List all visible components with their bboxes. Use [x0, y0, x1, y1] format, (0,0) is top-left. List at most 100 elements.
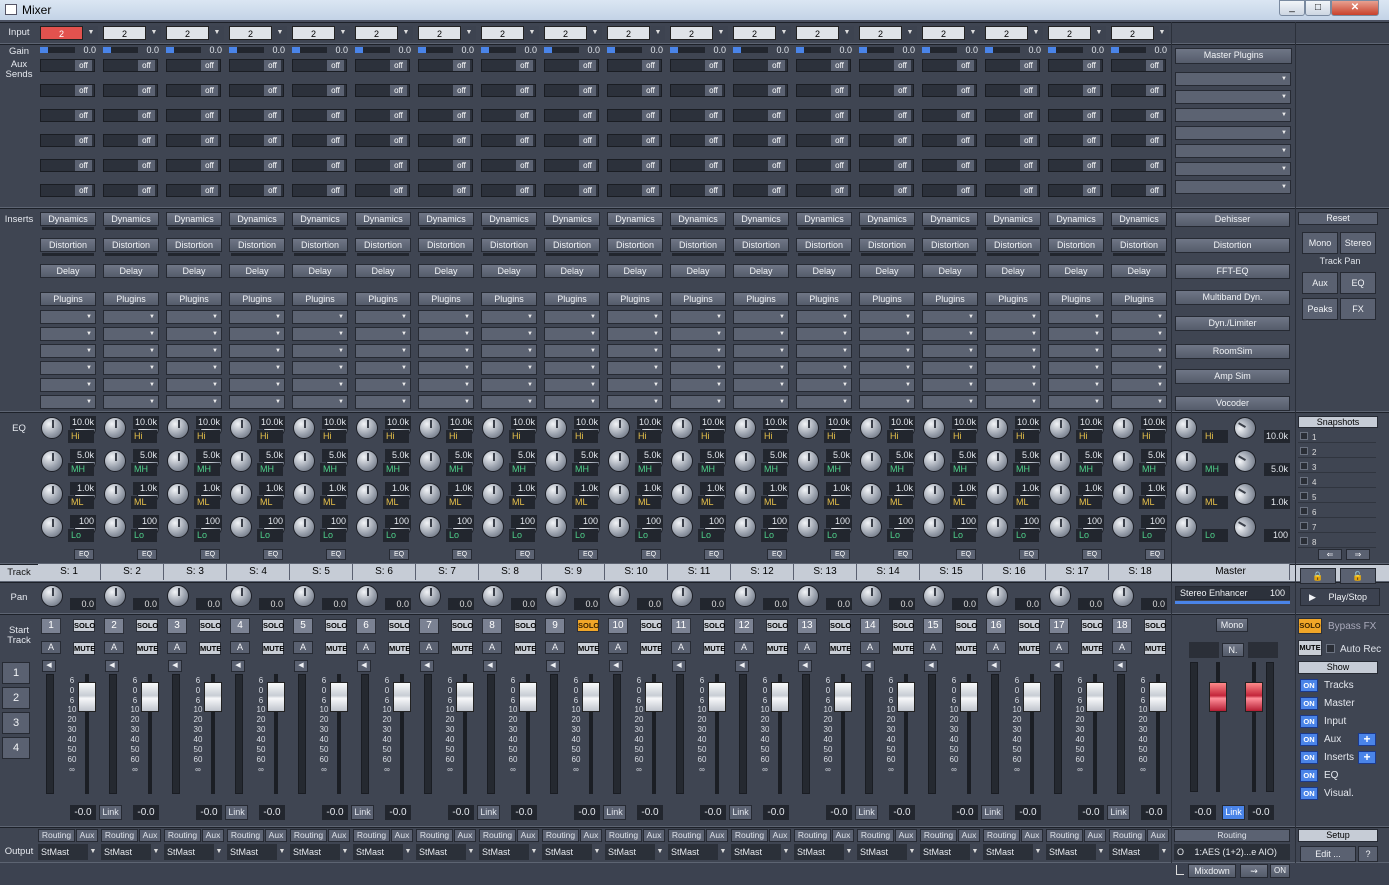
gain-bar[interactable] [859, 47, 894, 53]
insert-slot-6[interactable]: ▼ [544, 395, 600, 409]
aux-send-6[interactable]: off [985, 184, 1040, 197]
insert-distortion-button[interactable]: Distortion [544, 238, 600, 252]
insert-slot-1[interactable]: ▼ [1111, 310, 1167, 324]
start-track-button-4[interactable]: 4 [2, 737, 30, 759]
eq-gain-knob[interactable] [356, 516, 378, 538]
insert-slot-3[interactable]: ▼ [859, 344, 915, 358]
master-insert-4[interactable]: Multiband Dyn. [1175, 290, 1290, 305]
pan-knob[interactable] [734, 585, 756, 607]
pan-knob[interactable] [797, 585, 819, 607]
output-select[interactable]: StMast [101, 844, 151, 860]
insert-distortion-button[interactable]: Distortion [922, 238, 978, 252]
eq-gain-knob[interactable] [797, 450, 819, 472]
meter-left-arrow-icon[interactable]: ◀ [42, 660, 56, 672]
aux-send-6[interactable]: off [418, 184, 473, 197]
gain-bar[interactable] [481, 47, 516, 53]
aux-send-5[interactable]: off [229, 159, 284, 172]
output-select[interactable]: StMast [479, 844, 529, 860]
volume-fader[interactable] [960, 682, 978, 712]
aux-send-2[interactable]: off [1111, 84, 1166, 97]
input-dropdown-arrow[interactable]: ▼ [462, 26, 476, 40]
aux-send-3[interactable]: off [544, 109, 599, 122]
master-insert-7[interactable]: Amp Sim [1175, 369, 1290, 384]
meter-left-arrow-icon[interactable]: ◀ [861, 660, 875, 672]
input-select[interactable]: 2 [985, 26, 1028, 40]
snapshot-slot-6[interactable]: 6 [1298, 504, 1376, 518]
pan-knob[interactable] [356, 585, 378, 607]
aux-view-button[interactable]: Aux [1302, 272, 1338, 294]
aux-send-6[interactable]: off [922, 184, 977, 197]
volume-fader[interactable] [519, 682, 537, 712]
eq-gain-knob[interactable] [671, 516, 693, 538]
input-select[interactable]: 2 [733, 26, 776, 40]
link-button[interactable]: Link [855, 805, 878, 820]
meter-left-arrow-icon[interactable]: ◀ [672, 660, 686, 672]
meter-left-arrow-icon[interactable]: ◀ [1050, 660, 1064, 672]
master-send-slot-7[interactable]: ▼ [1175, 180, 1291, 194]
input-select[interactable]: 2 [1111, 26, 1154, 40]
master-plugins-button[interactable]: Master Plugins [1175, 48, 1292, 64]
routing-button[interactable]: Routing [290, 829, 327, 842]
aux-send-1[interactable]: off [166, 59, 221, 72]
insert-slot-4[interactable]: ▼ [985, 361, 1041, 375]
link-button[interactable]: Link [981, 805, 1004, 820]
insert-plugins-button[interactable]: Plugins [1111, 292, 1167, 306]
eq-button[interactable]: EQ [74, 549, 94, 560]
show-visual-toggle[interactable]: ON [1300, 787, 1318, 800]
master-send-slot-4[interactable]: ▼ [1175, 126, 1291, 140]
insert-slot-2[interactable]: ▼ [481, 327, 537, 341]
eq-button[interactable]: EQ [578, 549, 598, 560]
volume-fader[interactable] [456, 682, 474, 712]
insert-delay-button[interactable]: Delay [292, 264, 348, 278]
volume-fader[interactable] [645, 682, 663, 712]
aux-routing-button[interactable]: Aux [202, 829, 224, 842]
insert-slot-3[interactable]: ▼ [40, 344, 96, 358]
pan-knob[interactable] [608, 585, 630, 607]
aux-send-1[interactable]: off [1111, 59, 1166, 72]
peaks-button[interactable]: Peaks [1302, 298, 1338, 320]
master-eq-gain-knob[interactable] [1175, 450, 1197, 472]
output-dropdown-arrow[interactable]: ▼ [591, 845, 603, 859]
insert-slot-3[interactable]: ▼ [1048, 344, 1104, 358]
input-dropdown-arrow[interactable]: ▼ [1155, 26, 1169, 40]
insert-delay-button[interactable]: Delay [607, 264, 663, 278]
snapshot-checkbox[interactable] [1300, 447, 1308, 455]
aux-send-1[interactable]: off [355, 59, 410, 72]
master-insert-8[interactable]: Vocoder [1175, 396, 1290, 411]
snapshot-checkbox[interactable] [1300, 432, 1308, 440]
link-button[interactable]: Link [351, 805, 374, 820]
eq-gain-knob[interactable] [167, 483, 189, 505]
insert-delay-button[interactable]: Delay [922, 264, 978, 278]
aux-send-6[interactable]: off [859, 184, 914, 197]
aux-send-3[interactable]: off [859, 109, 914, 122]
insert-slot-5[interactable]: ▼ [796, 378, 852, 392]
solo-button[interactable]: SOLO [955, 619, 977, 632]
eq-gain-knob[interactable] [923, 516, 945, 538]
aux-send-1[interactable]: off [544, 59, 599, 72]
insert-slot-2[interactable]: ▼ [544, 327, 600, 341]
insert-delay-button[interactable]: Delay [481, 264, 537, 278]
master-routing-button[interactable]: Routing [1174, 829, 1290, 842]
routing-button[interactable]: Routing [101, 829, 138, 842]
aux-send-2[interactable]: off [229, 84, 284, 97]
output-dropdown-arrow[interactable]: ▼ [528, 845, 540, 859]
eq-button[interactable]: EQ [893, 549, 913, 560]
insert-slot-6[interactable]: ▼ [922, 395, 978, 409]
eq-gain-knob[interactable] [293, 417, 315, 439]
aux-routing-button[interactable]: Aux [328, 829, 350, 842]
gain-bar[interactable] [166, 47, 201, 53]
insert-plugins-button[interactable]: Plugins [922, 292, 978, 306]
input-dropdown-arrow[interactable]: ▼ [84, 26, 98, 40]
output-select[interactable]: StMast [227, 844, 277, 860]
insert-slot-2[interactable]: ▼ [418, 327, 474, 341]
global-solo-button[interactable]: SOLO [1298, 618, 1322, 634]
aux-send-2[interactable]: off [292, 84, 347, 97]
routing-button[interactable]: Routing [353, 829, 390, 842]
aux-send-3[interactable]: off [985, 109, 1040, 122]
aux-routing-button[interactable]: Aux [580, 829, 602, 842]
output-dropdown-arrow[interactable]: ▼ [276, 845, 288, 859]
eq-gain-knob[interactable] [482, 450, 504, 472]
solo-button[interactable]: SOLO [73, 619, 95, 632]
insert-slot-4[interactable]: ▼ [733, 361, 789, 375]
insert-delay-button[interactable]: Delay [796, 264, 852, 278]
